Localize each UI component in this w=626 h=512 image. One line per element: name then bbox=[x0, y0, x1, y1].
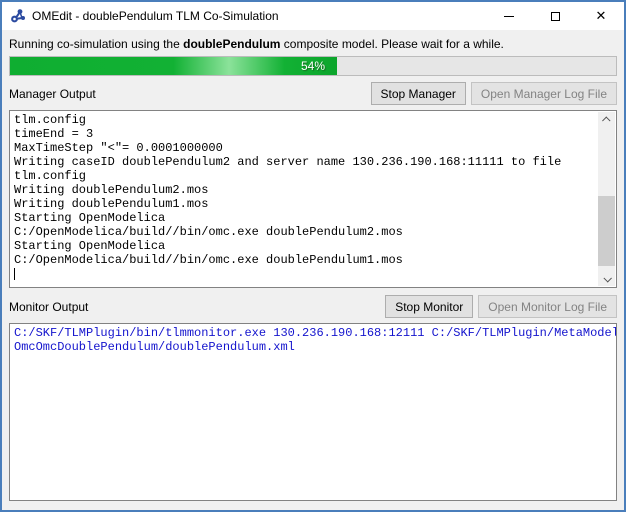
maximize-icon bbox=[551, 12, 560, 21]
stop-monitor-button[interactable]: Stop Monitor bbox=[385, 295, 473, 318]
status-message: Running co-simulation using the doublePe… bbox=[9, 37, 617, 51]
manager-scrollbar[interactable] bbox=[598, 112, 615, 286]
cosimulation-dialog: OMEdit - doublePendulum TLM Co-Simulatio… bbox=[0, 0, 626, 512]
monitor-header-row: Monitor Output Stop Monitor Open Monitor… bbox=[9, 295, 617, 318]
log-line: MaxTimeStep "<"= 0.0001000000 bbox=[14, 141, 590, 155]
titlebar: OMEdit - doublePendulum TLM Co-Simulatio… bbox=[2, 2, 624, 30]
manager-output-textarea[interactable]: tlm.configtimeEnd = 3MaxTimeStep "<"= 0.… bbox=[9, 110, 617, 288]
open-monitor-log-button: Open Monitor Log File bbox=[478, 295, 617, 318]
manager-output-label: Manager Output bbox=[9, 87, 366, 101]
manager-header-row: Manager Output Stop Manager Open Manager… bbox=[9, 82, 617, 105]
progress-percentage: 54% bbox=[10, 57, 616, 75]
maximize-button[interactable] bbox=[532, 2, 578, 30]
close-icon: ✕ bbox=[596, 10, 607, 23]
stop-manager-button[interactable]: Stop Manager bbox=[371, 82, 466, 105]
log-line: tlm.config bbox=[14, 169, 590, 183]
status-model-name: doublePendulum bbox=[183, 37, 280, 51]
monitor-log-lines: C:/SKF/TLMPlugin/bin/tlmmonitor.exe 130.… bbox=[14, 326, 612, 354]
log-line: Writing caseID doublePendulum2 and serve… bbox=[14, 155, 590, 169]
monitor-output-textarea[interactable]: C:/SKF/TLMPlugin/bin/tlmmonitor.exe 130.… bbox=[9, 323, 617, 501]
close-button[interactable]: ✕ bbox=[578, 2, 624, 30]
log-line: C:/OpenModelica/build//bin/omc.exe doubl… bbox=[14, 225, 590, 239]
minimize-button[interactable] bbox=[486, 2, 532, 30]
manager-log-lines: tlm.configtimeEnd = 3MaxTimeStep "<"= 0.… bbox=[14, 113, 612, 267]
status-suffix: composite model. Please wait for a while… bbox=[280, 37, 503, 51]
progress-bar: 54% bbox=[9, 56, 617, 76]
log-line: C:/SKF/TLMPlugin/bin/tlmmonitor.exe 130.… bbox=[14, 326, 612, 340]
open-manager-log-button: Open Manager Log File bbox=[471, 82, 617, 105]
minimize-icon bbox=[504, 16, 514, 17]
openmodelica-logo-icon bbox=[10, 8, 26, 24]
dialog-body: Running co-simulation using the doublePe… bbox=[2, 37, 624, 501]
window-title: OMEdit - doublePendulum TLM Co-Simulatio… bbox=[32, 9, 279, 23]
monitor-output-label: Monitor Output bbox=[9, 300, 380, 314]
cursor-line bbox=[14, 267, 612, 281]
text-cursor bbox=[14, 268, 15, 280]
scroll-up-arrow-icon[interactable] bbox=[598, 112, 615, 127]
log-line: OmcOmcDoublePendulum/doublePendulum.xml bbox=[14, 340, 612, 354]
log-line: Writing doublePendulum1.mos bbox=[14, 197, 590, 211]
log-line: Starting OpenModelica bbox=[14, 211, 590, 225]
log-line: Starting OpenModelica bbox=[14, 239, 590, 253]
log-line: timeEnd = 3 bbox=[14, 127, 590, 141]
log-line: C:/OpenModelica/build//bin/omc.exe doubl… bbox=[14, 253, 590, 267]
log-line: tlm.config bbox=[14, 113, 590, 127]
scrollbar-thumb[interactable] bbox=[598, 196, 615, 266]
window-controls: ✕ bbox=[486, 2, 624, 30]
scroll-down-arrow-icon[interactable] bbox=[598, 271, 615, 286]
status-prefix: Running co-simulation using the bbox=[9, 37, 183, 51]
log-line: Writing doublePendulum2.mos bbox=[14, 183, 590, 197]
